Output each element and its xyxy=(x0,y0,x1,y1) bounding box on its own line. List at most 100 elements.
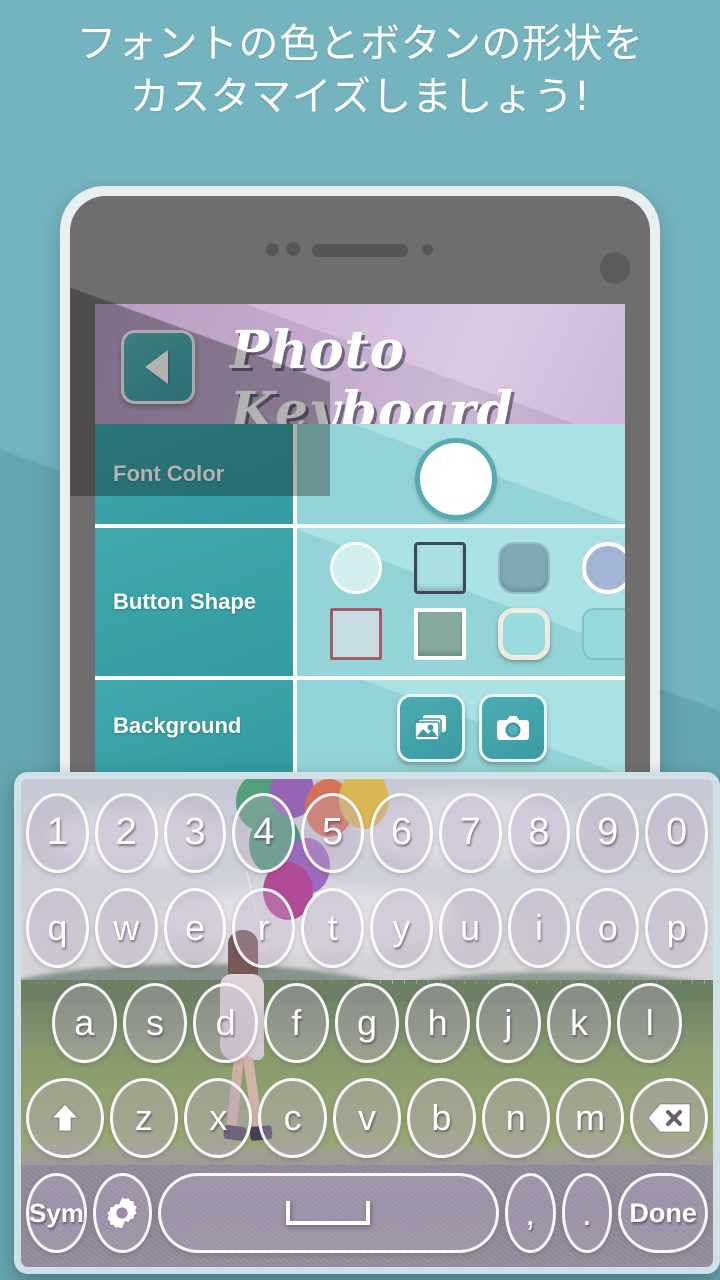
font-color-swatch-white[interactable] xyxy=(415,438,497,520)
keyboard-panel: 1 2 3 4 5 6 7 8 9 0 q w e r t y u i o p … xyxy=(14,772,720,1274)
shape-swatch-icon xyxy=(330,542,382,594)
keyboard-number-row: 1 2 3 4 5 6 7 8 9 0 xyxy=(25,785,709,880)
key-n[interactable]: n xyxy=(481,1078,550,1159)
page-title: Photo Keyboard xyxy=(230,320,514,424)
row-body-button-shape xyxy=(297,528,625,676)
phone-top-bezel xyxy=(70,196,650,304)
key-p[interactable]: p xyxy=(645,887,708,968)
settings-row-button-shape[interactable]: Button Shape xyxy=(95,528,625,680)
app-header: Photo Keyboard xyxy=(95,304,625,424)
promo-headline: フォントの色とボタンの形状を カスタマイズしましょう! xyxy=(0,18,720,124)
settings-row-font-color[interactable]: Font Color xyxy=(95,424,625,528)
keyboard-bottom-row: Sym , . Done xyxy=(25,1166,709,1261)
front-camera-icon xyxy=(600,252,630,284)
earpiece-speaker-icon xyxy=(312,244,408,257)
key-y[interactable]: y xyxy=(370,887,433,968)
key-l[interactable]: l xyxy=(617,983,683,1063)
key-2[interactable]: 2 xyxy=(94,792,158,873)
row-body-background xyxy=(297,680,625,772)
key-q[interactable]: q xyxy=(26,887,89,968)
promo-headline-line2: カスタマイズしましょう! xyxy=(129,74,591,121)
key-5[interactable]: 5 xyxy=(301,792,364,873)
key-z[interactable]: z xyxy=(109,1078,179,1159)
key-shift[interactable] xyxy=(26,1078,104,1159)
shape-swatch-icon xyxy=(582,608,625,660)
shape-option-circle-light[interactable] xyxy=(325,538,387,598)
shape-swatch-icon xyxy=(414,608,466,660)
button-shape-grid xyxy=(297,528,625,664)
key-o[interactable]: o xyxy=(576,887,640,968)
key-d[interactable]: d xyxy=(193,983,258,1063)
key-done[interactable]: Done xyxy=(618,1173,708,1254)
shape-option-circle-periwinkle[interactable] xyxy=(577,538,625,598)
key-k[interactable]: k xyxy=(546,983,612,1063)
shape-option-rounded-cream-glow[interactable] xyxy=(493,604,555,664)
gallery-button[interactable] xyxy=(397,694,465,762)
key-x[interactable]: x xyxy=(184,1078,253,1159)
key-period[interactable]: . xyxy=(561,1173,613,1254)
key-g[interactable]: g xyxy=(334,983,400,1063)
key-comma[interactable]: , xyxy=(504,1173,556,1254)
background-source-buttons xyxy=(397,694,547,762)
keyboard-asdf-row: a s d f g h j k l xyxy=(25,975,709,1070)
row-body-font-color xyxy=(297,424,625,524)
key-6[interactable]: 6 xyxy=(370,792,433,873)
key-m[interactable]: m xyxy=(555,1078,625,1159)
shape-swatch-icon xyxy=(498,542,550,594)
shape-swatch-icon xyxy=(582,542,625,594)
key-space[interactable] xyxy=(157,1173,499,1254)
key-s[interactable]: s xyxy=(122,983,188,1063)
shape-option-rounded-teal-flat[interactable] xyxy=(577,604,625,664)
sensor-dot-icon xyxy=(286,242,300,256)
promo-screenshot: フォントの色とボタンの形状を カスタマイズしましょう! Photo Keyboa xyxy=(0,0,720,1280)
key-i[interactable]: i xyxy=(507,887,571,968)
settings-row-background[interactable]: Background xyxy=(95,680,625,776)
key-8[interactable]: 8 xyxy=(507,792,571,873)
sensor-dot-icon xyxy=(266,243,279,256)
back-button[interactable] xyxy=(121,330,195,404)
spacebar-icon xyxy=(286,1201,371,1226)
camera-icon xyxy=(497,716,529,740)
key-u[interactable]: u xyxy=(438,887,502,968)
keyboard-zxcv-row: z x c v b n m xyxy=(25,1071,709,1166)
key-9[interactable]: 9 xyxy=(576,792,640,873)
shape-option-square-dark-outline[interactable] xyxy=(409,538,471,598)
key-j[interactable]: j xyxy=(476,983,541,1063)
keyboard-rows: 1 2 3 4 5 6 7 8 9 0 q w e r t y u i o p … xyxy=(21,779,713,1267)
shape-swatch-icon xyxy=(414,542,466,594)
gallery-icon xyxy=(414,715,446,741)
back-triangle-icon xyxy=(144,350,168,384)
key-b[interactable]: b xyxy=(407,1078,476,1159)
key-backspace[interactable] xyxy=(630,1078,708,1159)
key-settings[interactable] xyxy=(92,1173,152,1254)
shape-option-square-sage[interactable] xyxy=(409,604,471,664)
row-label-background: Background xyxy=(95,680,297,772)
key-4[interactable]: 4 xyxy=(232,792,296,873)
key-sym[interactable]: Sym xyxy=(26,1173,87,1254)
shape-option-square-mauve-outline[interactable] xyxy=(325,604,387,664)
key-3[interactable]: 3 xyxy=(163,792,227,873)
key-7[interactable]: 7 xyxy=(438,792,502,873)
row-label-button-shape: Button Shape xyxy=(95,528,297,676)
key-e[interactable]: e xyxy=(163,887,227,968)
key-t[interactable]: t xyxy=(301,887,364,968)
shape-option-rounded-slate[interactable] xyxy=(493,538,555,598)
camera-button[interactable] xyxy=(479,694,547,762)
key-0[interactable]: 0 xyxy=(645,792,708,873)
key-w[interactable]: w xyxy=(94,887,158,968)
settings-list: Font Color Button Shape Background xyxy=(95,424,625,816)
keyboard-qwerty-row: q w e r t y u i o p xyxy=(25,880,709,975)
key-r[interactable]: r xyxy=(232,887,296,968)
key-a[interactable]: a xyxy=(51,983,117,1063)
promo-headline-line1: フォントの色とボタンの形状を xyxy=(76,21,644,67)
key-c[interactable]: c xyxy=(258,1078,327,1159)
shape-swatch-icon xyxy=(330,608,382,660)
key-f[interactable]: f xyxy=(264,983,329,1063)
sensor-dot-icon xyxy=(422,244,433,255)
key-h[interactable]: h xyxy=(405,983,471,1063)
key-v[interactable]: v xyxy=(332,1078,402,1159)
backspace-icon xyxy=(647,1103,691,1133)
key-1[interactable]: 1 xyxy=(26,792,89,873)
gear-icon xyxy=(106,1196,138,1230)
shift-arrow-icon xyxy=(50,1103,80,1132)
